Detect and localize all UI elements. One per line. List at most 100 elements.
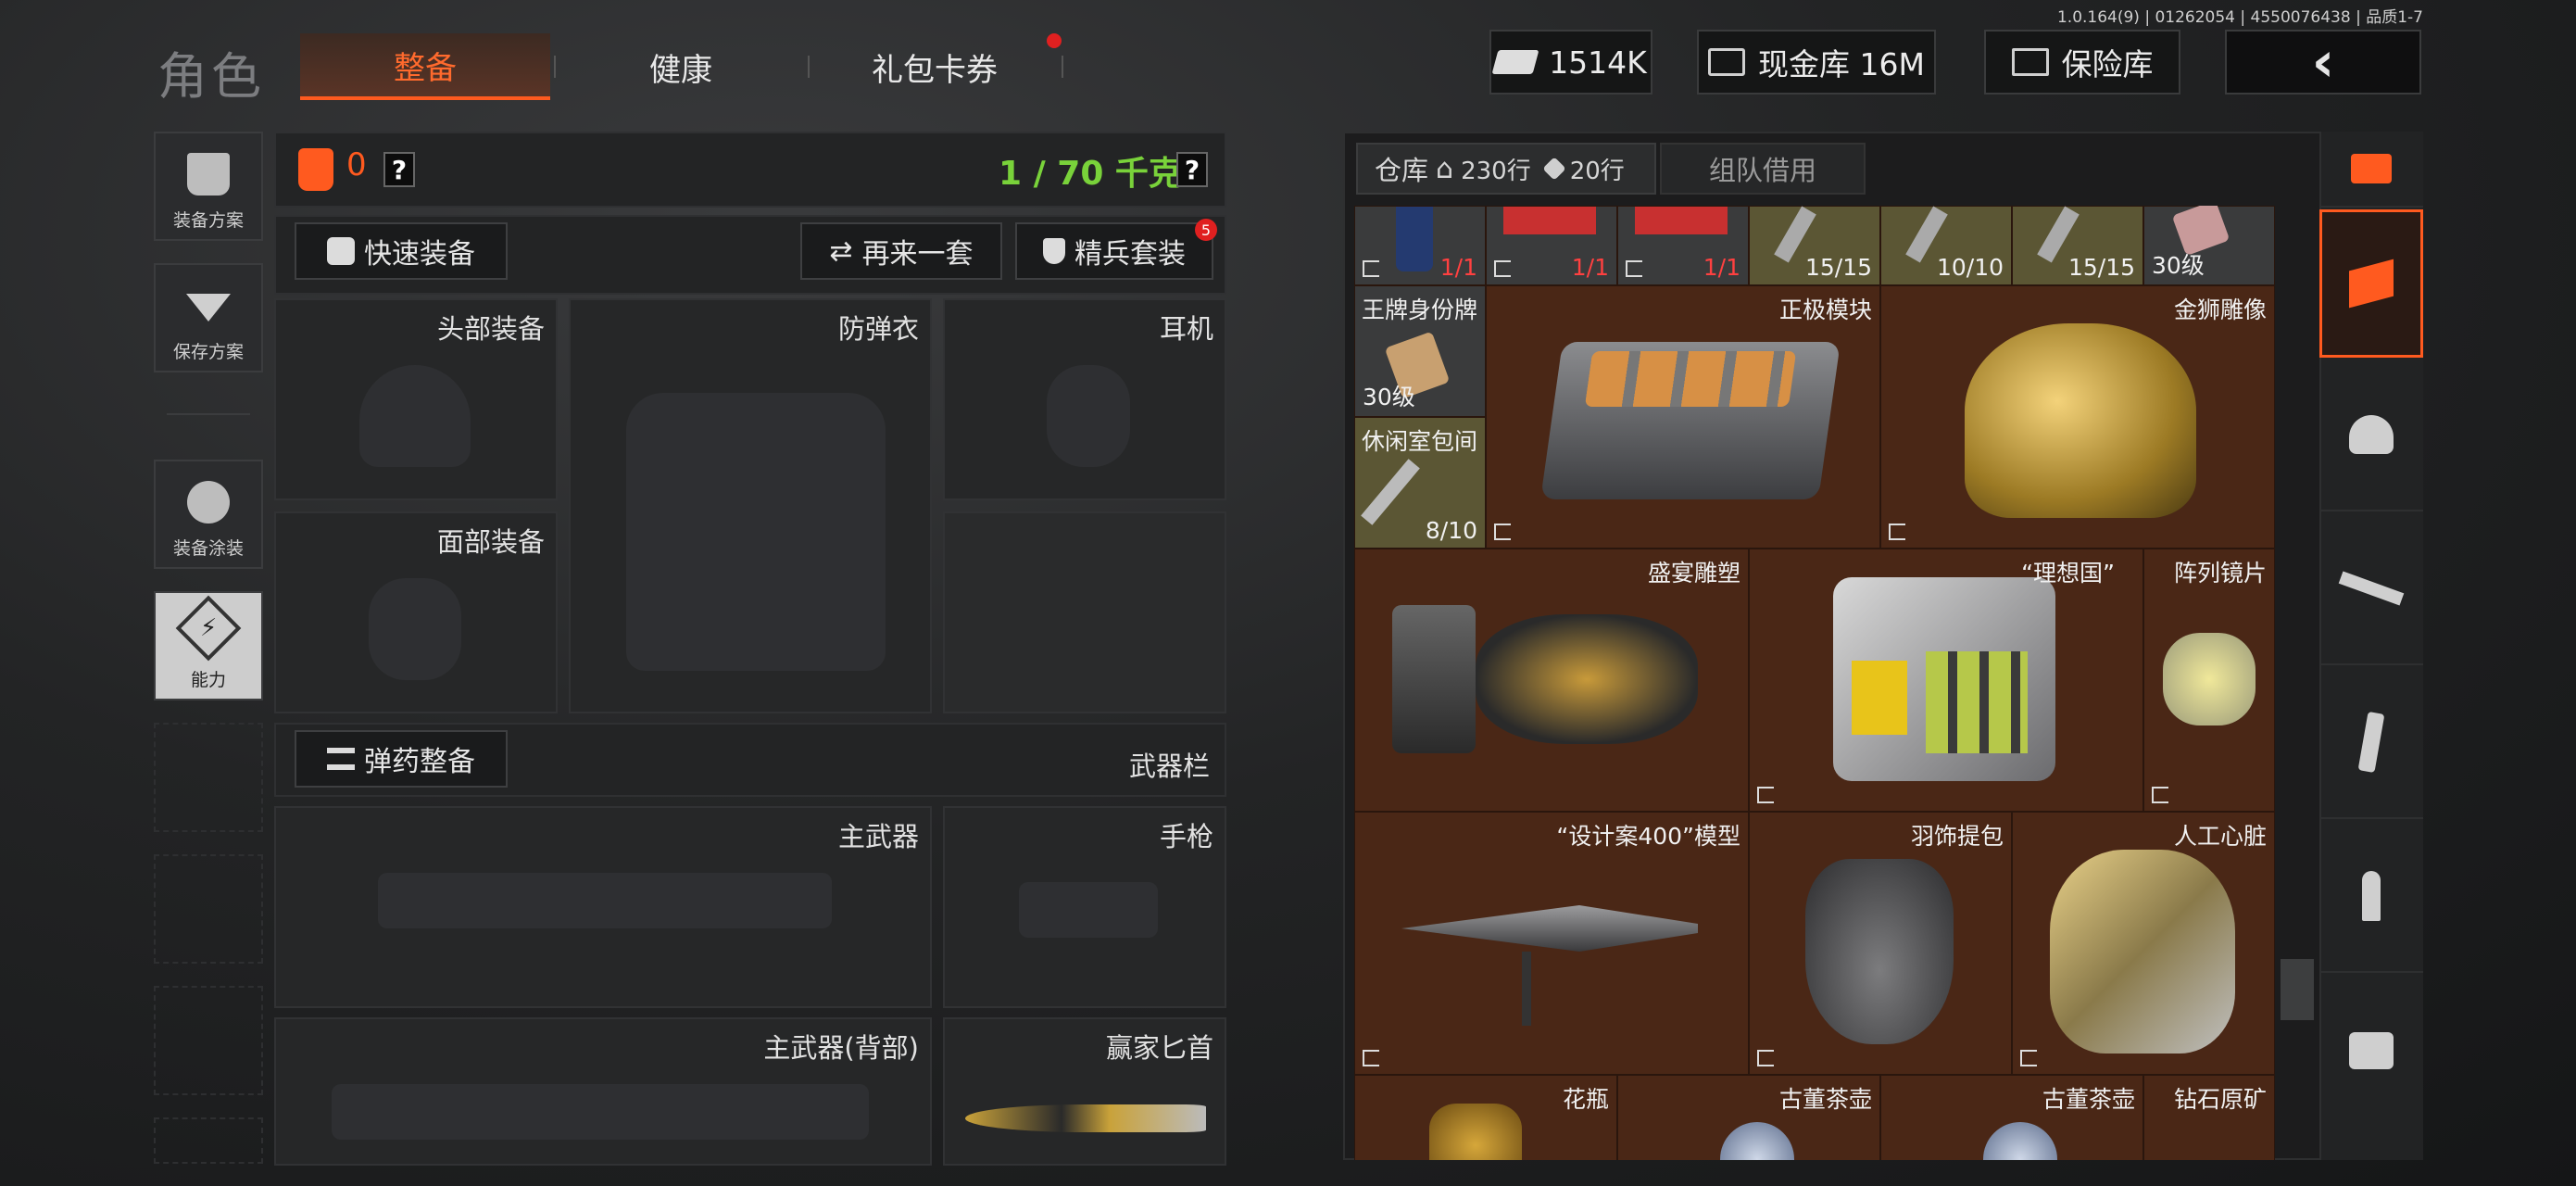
tab-gift-cards[interactable]: 礼包卡券 (810, 33, 1060, 100)
side-nav-save-plan[interactable]: 保存方案 (154, 263, 263, 372)
weight-help-icon[interactable]: ? (1176, 152, 1208, 187)
filter-magazine[interactable] (2319, 667, 2423, 819)
filter-rifle[interactable] (2319, 513, 2423, 665)
item-name: “理想国” (2021, 560, 2115, 587)
headset-slot-label: 耳机 (1159, 313, 1213, 345)
empty-slot (943, 511, 1226, 713)
cash-vault-button[interactable]: 现金库 16M (1697, 30, 1936, 95)
item-cell[interactable]: 古董茶壶 (1617, 1075, 1880, 1160)
side-nav-skins[interactable]: 装备涂装 (154, 460, 263, 569)
item-cell[interactable]: 钻石原矿 (2143, 1075, 2275, 1160)
notification-dot (1047, 33, 1062, 48)
item-cell[interactable]: 正极模块 (1486, 285, 1880, 549)
side-nav-label: 装备涂装 (172, 538, 244, 559)
head-slot[interactable]: 头部装备 (274, 298, 558, 500)
tab-health[interactable]: 健康 (556, 33, 806, 100)
item-cell[interactable]: 休闲室包间 8/10 (1354, 417, 1486, 549)
headset-slot[interactable]: 耳机 (943, 298, 1226, 500)
elite-set-button[interactable]: 精兵套装 (1015, 222, 1213, 280)
knife-image (965, 1104, 1206, 1132)
vest-slot[interactable]: 防弹衣 (569, 298, 932, 713)
rifle-silhouette (378, 873, 832, 928)
sort-button[interactable] (2319, 132, 2423, 208)
snack-image (1635, 207, 1728, 234)
item-count: 10/10 (1936, 254, 2004, 281)
cash-box-icon (1708, 48, 1746, 76)
weight-display: 1 / 70 千克 (999, 155, 1182, 193)
lion-statue-image (1965, 323, 2196, 518)
lens-image (2163, 633, 2256, 725)
item-cell[interactable]: 30级 (2143, 206, 2275, 285)
rifle-icon (2338, 571, 2405, 606)
melee-slot[interactable]: 赢家匕首 (943, 1017, 1226, 1166)
again-button[interactable]: ⇄ 再来一套 (800, 222, 1002, 280)
item-cell[interactable]: 1/1 (1617, 206, 1749, 285)
item-cell[interactable]: 15/15 (2012, 206, 2143, 285)
help-icon[interactable]: ? (383, 152, 415, 187)
side-nav-abilities[interactable]: ⚡ 能力 (154, 591, 263, 700)
exit-icon (2152, 787, 2168, 803)
item-cell[interactable]: 羽饰提包 (1749, 812, 2012, 1075)
teapot-image (1983, 1122, 2057, 1160)
back-button[interactable]: ‹ (2225, 30, 2421, 95)
primary-weapon-slot[interactable]: 主武器 (274, 806, 932, 1008)
home-icon: ⌂ (1436, 152, 1454, 185)
item-cell[interactable]: “设计案400”模型 (1354, 812, 1749, 1075)
refresh-icon: ⇄ (829, 234, 853, 268)
download-icon (186, 294, 231, 322)
item-cell[interactable]: 王牌身份牌 30级 (1354, 285, 1486, 417)
item-count: 1/1 (1571, 254, 1609, 281)
safe-button[interactable]: 保险库 (1984, 30, 2180, 95)
item-name: 金狮雕像 (2173, 296, 2267, 323)
exit-icon (1626, 260, 1642, 277)
side-nav-empty-slot (154, 1117, 263, 1164)
back-weapon-slot[interactable]: 主武器(背部) (274, 1017, 932, 1166)
item-cell[interactable]: 人工心脏 (2012, 812, 2275, 1075)
filter-attachments[interactable] (2319, 975, 2423, 1127)
warehouse-grid: 1/1 1/1 1/1 15/15 10/10 15/15 30级 王牌身份牌 … (1354, 206, 2275, 1160)
item-cell[interactable]: 阵列镜片 (2143, 549, 2275, 812)
jet-model-image (1401, 905, 1698, 952)
ammo-label: 弹药整备 (364, 746, 475, 778)
back-weapon-label: 主武器(背部) (763, 1032, 919, 1064)
melee-slot-label: 赢家匕首 (1105, 1032, 1213, 1064)
item-name: 人工心脏 (2173, 823, 2267, 850)
jet-stand (1522, 952, 1531, 1026)
safe-icon (2011, 48, 2049, 76)
item-name: 正极模块 (1778, 296, 1872, 323)
item-cell[interactable]: 15/15 (1749, 206, 1880, 285)
ammo-icon (327, 748, 355, 770)
sculpture-base-image (1392, 605, 1476, 753)
warehouse-tab[interactable]: 仓库 ⌂ 230行 20行 (1356, 143, 1656, 195)
face-slot[interactable]: 面部装备 (274, 511, 558, 713)
sort-icon (2351, 154, 2392, 183)
filter-ammo[interactable] (2319, 821, 2423, 973)
snack-image (1503, 207, 1596, 234)
warehouse-scrollbar[interactable] (2281, 959, 2314, 1020)
side-nav-loadout-plans[interactable]: 装备方案 (154, 132, 263, 241)
filter-helmet[interactable] (2319, 360, 2423, 511)
pistol-slot[interactable]: 手枪 (943, 806, 1226, 1008)
quick-equip-button[interactable]: 快速装备 (295, 222, 508, 280)
headset-silhouette (1047, 365, 1130, 467)
item-cell[interactable]: 1/1 (1354, 206, 1486, 285)
chevron-left-icon: ‹ (2311, 30, 2335, 95)
weapon-bar-label: 武器栏 (1128, 751, 1210, 782)
artificial-heart-image (2050, 850, 2235, 1054)
feather-bag-image (1805, 859, 1954, 1044)
exit-icon (1494, 524, 1511, 540)
item-cell[interactable]: 1/1 (1486, 206, 1617, 285)
item-name: 羽饰提包 (1910, 823, 2004, 850)
item-cell[interactable]: 金狮雕像 (1880, 285, 2275, 549)
filter-all[interactable] (2319, 209, 2423, 358)
item-cell[interactable]: 盛宴雕塑 (1354, 549, 1749, 812)
vest-silhouette (626, 393, 886, 671)
team-borrow-tab[interactable]: 组队借用 (1660, 143, 1866, 195)
ammo-button[interactable]: 弹药整备 (295, 730, 508, 788)
elite-badge: 5 (1195, 219, 1217, 241)
item-cell[interactable]: 10/10 (1880, 206, 2012, 285)
item-cell[interactable]: 花瓶 (1354, 1075, 1617, 1160)
item-cell[interactable]: 古董茶壶 (1880, 1075, 2143, 1160)
item-cell[interactable]: “理想国” (1749, 549, 2143, 812)
tab-loadout[interactable]: 整备 (300, 33, 550, 100)
